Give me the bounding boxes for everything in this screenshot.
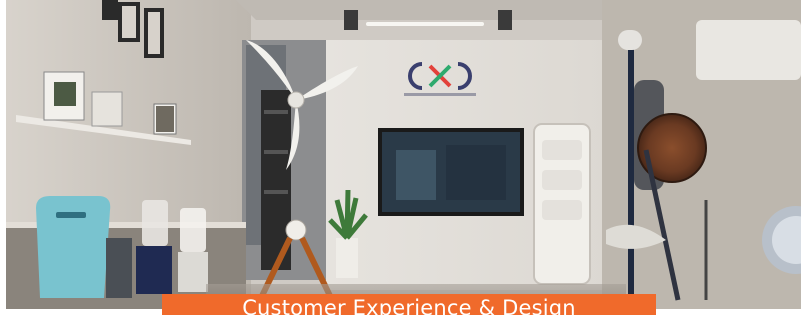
banner: Customer Experience & Design xyxy=(0,0,807,315)
caption-banner: Customer Experience & Design xyxy=(162,294,656,315)
showroom-photo xyxy=(6,0,801,309)
caption-title: Customer Experience & Design xyxy=(242,296,576,315)
